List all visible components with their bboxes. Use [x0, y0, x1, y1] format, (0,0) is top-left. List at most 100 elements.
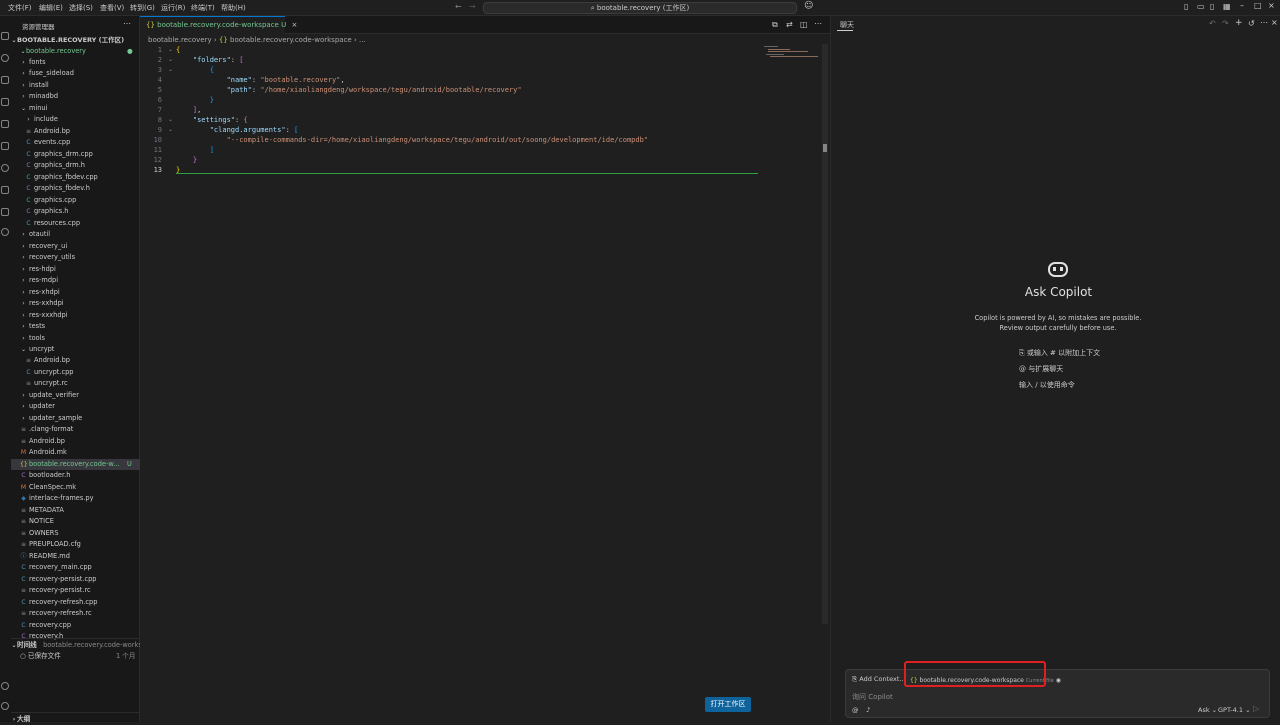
- file-tree-item[interactable]: › minadbd: [11, 91, 140, 102]
- manage-gear-icon[interactable]: [1, 702, 9, 710]
- eye-icon[interactable]: ◉: [1056, 677, 1061, 684]
- file-tree-item[interactable]: ≡ NOTICE: [11, 516, 140, 527]
- file-tree-item[interactable]: Cgraphics_drm.h: [11, 160, 140, 171]
- tab-close-icon[interactable]: ×: [291, 21, 297, 29]
- menu-help[interactable]: 帮助(H): [221, 3, 246, 13]
- file-tree-item[interactable]: ≡ Android.bp: [11, 126, 140, 137]
- copilot-chat-icon[interactable]: [1, 208, 9, 216]
- toggle-sidebar-icon[interactable]: ▯: [1184, 2, 1188, 11]
- command-center-search[interactable]: ⌕ bootable.recovery (工作区): [483, 2, 797, 14]
- menu-terminal[interactable]: 终端(T): [191, 3, 215, 13]
- editor-more-icon[interactable]: ⋯: [814, 19, 822, 28]
- file-tree-item[interactable]: Cbootloader.h: [11, 470, 140, 481]
- explorer-icon[interactable]: [1, 32, 9, 40]
- file-tree-item[interactable]: › recovery_ui: [11, 241, 140, 252]
- fold-icon[interactable]: ⌄: [168, 116, 173, 123]
- file-tree-item[interactable]: Crecovery-refresh.cpp: [11, 597, 140, 608]
- file-tree-item[interactable]: › res-xxxhdpi: [11, 310, 140, 321]
- code-line-8[interactable]: "settings": {: [176, 116, 248, 124]
- minimize-icon[interactable]: –: [1240, 1, 1244, 10]
- editor-scrollbar[interactable]: [822, 44, 828, 624]
- code-line-1[interactable]: {: [176, 46, 180, 54]
- file-tree-item[interactable]: Crecovery_main.cpp: [11, 562, 140, 573]
- code-line-5[interactable]: "path": "/home/xiaoliangdeng/workspace/t…: [176, 86, 522, 94]
- workspace-header[interactable]: ⌄BOOTABLE.RECOVERY (工作区): [11, 35, 140, 46]
- file-tree-item[interactable]: ≡ Android.bp: [11, 436, 140, 447]
- chat-more-icon[interactable]: ⋯: [1260, 18, 1268, 27]
- chat-input-placeholder[interactable]: 询问 Copilot: [852, 692, 893, 702]
- fold-icon[interactable]: ⌄: [168, 126, 173, 133]
- menu-selection[interactable]: 选择(S): [69, 3, 93, 13]
- file-tree-item[interactable]: › fuse_sideload: [11, 68, 140, 79]
- file-tree-item[interactable]: › res-hdpi: [11, 264, 140, 275]
- breadcrumb-tail[interactable]: ...: [359, 36, 366, 44]
- file-tree-item[interactable]: ≡ OWNERS: [11, 528, 140, 539]
- source-control-icon[interactable]: [1, 76, 9, 84]
- breadcrumb-root[interactable]: bootable.recovery: [148, 36, 212, 44]
- file-tree-item[interactable]: › include: [11, 114, 140, 125]
- file-tree-item[interactable]: M CleanSpec.mk: [11, 482, 140, 493]
- file-tree-item[interactable]: › otautil: [11, 229, 140, 240]
- open-changes-icon[interactable]: ⧉: [772, 20, 778, 30]
- toggle-secondary-sidebar-icon[interactable]: ▯: [1210, 2, 1214, 11]
- at-mention-icon[interactable]: @: [852, 706, 859, 714]
- copilot-icon[interactable]: ☺: [804, 1, 813, 11]
- file-tree-item[interactable]: Cgraphics.h: [11, 206, 140, 217]
- fold-icon[interactable]: ⌄: [168, 56, 173, 63]
- split-editor-icon[interactable]: ◫: [800, 20, 808, 29]
- file-tree-item[interactable]: Cevents.cpp: [11, 137, 140, 148]
- toggle-panel-icon[interactable]: ▭: [1197, 2, 1205, 11]
- file-tree-item[interactable]: Cgraphics_fbdev.h: [11, 183, 140, 194]
- code-line-3[interactable]: {: [176, 66, 214, 74]
- breadcrumb-file[interactable]: bootable.recovery.code-workspace: [230, 36, 352, 44]
- file-tree-item[interactable]: Cresources.cpp: [11, 218, 140, 229]
- close-icon[interactable]: ×: [1268, 1, 1275, 10]
- file-tree-item[interactable]: Cuncrypt.cpp: [11, 367, 140, 378]
- file-tree-item[interactable]: › update_verifier: [11, 390, 140, 401]
- file-tree-item[interactable]: ⌄ uncrypt: [11, 344, 140, 355]
- file-tree-item[interactable]: ◆ interlace-frames.py: [11, 493, 140, 504]
- new-chat-icon[interactable]: +: [1235, 18, 1243, 28]
- file-tree-item[interactable]: › res-xhdpi: [11, 287, 140, 298]
- add-context-button[interactable]: ⎘ Add Context...: [852, 675, 906, 684]
- menu-view[interactable]: 查看(V): [100, 3, 124, 13]
- file-tree-item[interactable]: ≡ PREUPLOAD.cfg: [11, 539, 140, 550]
- file-tree-item[interactable]: ≡ recovery-persist.rc: [11, 585, 140, 596]
- testing-icon[interactable]: [1, 186, 9, 194]
- fold-icon[interactable]: ⌄: [168, 46, 173, 53]
- menu-edit[interactable]: 编辑(E): [39, 3, 63, 13]
- code-line-9[interactable]: "clangd.arguments": [: [176, 126, 299, 134]
- chat-close-icon[interactable]: ×: [1271, 18, 1278, 27]
- file-tree-item[interactable]: › tests: [11, 321, 140, 332]
- code-line-11[interactable]: ]: [176, 146, 214, 154]
- open-workspace-button[interactable]: 打开工作区: [705, 697, 751, 712]
- layout-icon[interactable]: ▦: [1223, 2, 1231, 11]
- model-select[interactable]: GPT-4.1 ⌄: [1218, 706, 1251, 714]
- outline-header[interactable]: › 大纲: [11, 714, 140, 725]
- chat-header[interactable]: 聊天: [840, 20, 854, 30]
- file-tree-item[interactable]: › res-xxhdpi: [11, 298, 140, 309]
- file-tree-item[interactable]: ≡ Android.bp: [11, 355, 140, 366]
- file-tree-item[interactable]: ⌄ minui: [11, 103, 140, 114]
- history-icon[interactable]: ↺: [1248, 19, 1255, 28]
- code-line-7[interactable]: ],: [176, 106, 201, 114]
- menu-file[interactable]: 文件(F): [8, 3, 32, 13]
- file-tree-item[interactable]: › recovery_utils: [11, 252, 140, 263]
- undo-icon[interactable]: ↶: [1209, 19, 1216, 28]
- back-arrow-icon[interactable]: ←: [455, 2, 462, 11]
- file-tree-item[interactable]: ≡ METADATA: [11, 505, 140, 516]
- timeline-entry[interactable]: ○ 已保存文件 1 个月: [11, 651, 140, 662]
- file-tree-item[interactable]: Crecovery.cpp: [11, 620, 140, 631]
- file-tree-item[interactable]: Cgraphics_fbdev.cpp: [11, 172, 140, 183]
- timeline-header[interactable]: ⌄时间线 bootable.recovery.code-workspace: [11, 640, 140, 651]
- send-icon[interactable]: ▷: [1253, 704, 1259, 713]
- code-line-4[interactable]: "name": "bootable.recovery",: [176, 76, 345, 84]
- file-tree-item[interactable]: › tools: [11, 333, 140, 344]
- file-tree-item[interactable]: › install: [11, 80, 140, 91]
- redo-icon[interactable]: ↷: [1222, 19, 1229, 28]
- file-tree-item[interactable]: ≡ uncrypt.rc: [11, 378, 140, 389]
- code-line-2[interactable]: "folders": [: [176, 56, 244, 64]
- more-actions-icon[interactable]: ⋯: [123, 19, 131, 28]
- run-debug-icon[interactable]: [1, 98, 9, 106]
- file-tree-item[interactable]: M Android.mk: [11, 447, 140, 458]
